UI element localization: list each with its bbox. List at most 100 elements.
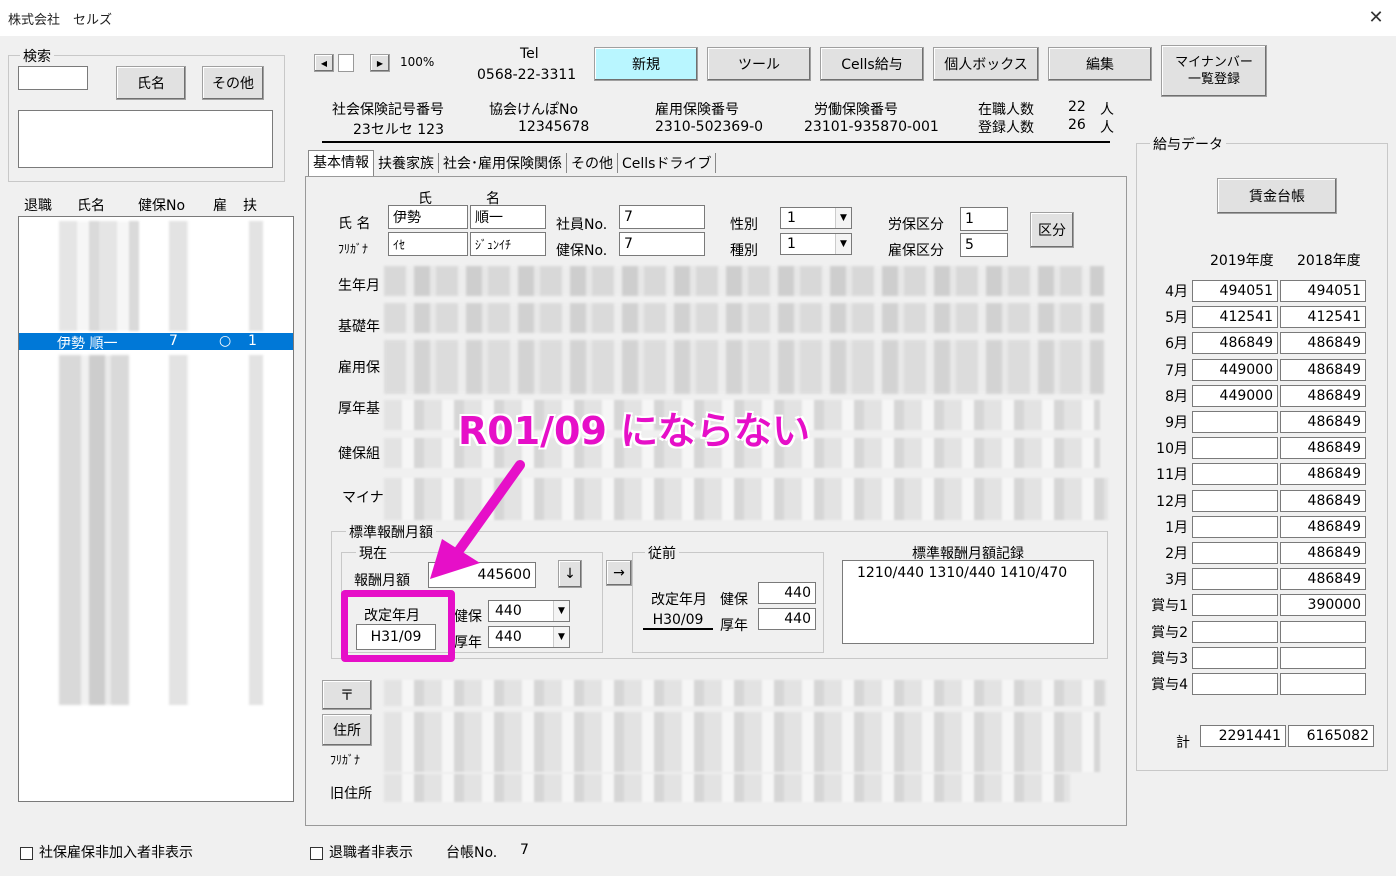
list-item-blurred[interactable] xyxy=(169,221,189,331)
chevron-down-icon[interactable]: ▼ xyxy=(835,208,851,228)
salary-2019-cell[interactable] xyxy=(1192,463,1278,486)
salary-2019-cell[interactable]: 449000 xyxy=(1192,358,1278,381)
salary-2019-cell[interactable] xyxy=(1192,594,1278,617)
shain-no-field[interactable]: 7 xyxy=(619,205,705,229)
rouho-field[interactable]: 1 xyxy=(960,207,1008,231)
zoom-slider-thumb[interactable] xyxy=(338,54,354,72)
salary-2019-cell[interactable] xyxy=(1192,568,1278,591)
list-item-blurred[interactable] xyxy=(249,221,263,331)
kubun-button[interactable]: 区分 xyxy=(1030,212,1074,248)
current-group-label: 現在 xyxy=(356,543,390,563)
down-arrow-button[interactable]: ↓ xyxy=(558,560,582,588)
tab-basic[interactable]: 基本情報 xyxy=(308,150,374,176)
kiso-field[interactable] xyxy=(384,303,1104,333)
salary-2018-cell[interactable] xyxy=(1280,672,1366,695)
salary-2018-cell[interactable]: 486849 xyxy=(1280,332,1366,355)
checkbox-icon[interactable] xyxy=(310,846,323,860)
salary-2018-cell[interactable]: 486849 xyxy=(1280,515,1366,538)
zoom-left-icon[interactable]: ◀ xyxy=(314,54,334,72)
salary-2019-cell[interactable] xyxy=(1192,620,1278,643)
list-item-blurred[interactable] xyxy=(169,355,189,705)
salary-2018-cell[interactable]: 486849 xyxy=(1280,358,1366,381)
first-name-field[interactable]: 順一 xyxy=(470,205,546,229)
tab-cells-drive[interactable]: Cellsドライブ xyxy=(618,153,717,173)
selected-koyo: ○ xyxy=(219,333,232,349)
list-item-blurred[interactable] xyxy=(249,355,263,705)
mynumber-list-button[interactable]: マイナンバー 一覧登録 xyxy=(1161,45,1267,97)
salary-2018-cell[interactable]: 390000 xyxy=(1280,594,1366,617)
ledger-button[interactable]: 賃金台帳 xyxy=(1217,178,1337,214)
salary-2018-cell[interactable] xyxy=(1280,646,1366,669)
salary-2018-cell[interactable]: 486849 xyxy=(1280,489,1366,512)
zip-field[interactable] xyxy=(384,680,1106,706)
salary-2018-cell[interactable]: 486849 xyxy=(1280,437,1366,460)
salary-2019-cell[interactable] xyxy=(1192,541,1278,564)
tab-other[interactable]: その他 xyxy=(567,153,618,173)
employee-list[interactable]: 伊勢 順一 7 ○ 1 xyxy=(18,216,294,802)
salary-2018-cell[interactable]: 486849 xyxy=(1280,384,1366,407)
salary-2019-cell[interactable] xyxy=(1192,672,1278,695)
salary-2018-cell[interactable]: 486849 xyxy=(1280,541,1366,564)
year2-header: 2018年度 xyxy=(1297,253,1361,269)
chevron-down-icon[interactable]: ▼ xyxy=(553,627,569,647)
search-result-box[interactable] xyxy=(18,110,273,168)
kenpo-no-field[interactable]: 7 xyxy=(619,232,705,256)
search-other-button[interactable]: その他 xyxy=(202,66,264,100)
chevron-down-icon[interactable]: ▼ xyxy=(835,234,851,254)
salary-2019-cell[interactable] xyxy=(1192,437,1278,460)
prev-kosei-field[interactable]: 440 xyxy=(758,608,816,630)
last-kana-field[interactable]: ｲｾ xyxy=(388,232,468,256)
shubetsu-select[interactable]: 1 ▼ xyxy=(780,233,852,255)
salary-month-label: 10月 xyxy=(1156,441,1188,458)
edit-button[interactable]: 編集 xyxy=(1048,47,1152,81)
checkbox-icon[interactable] xyxy=(20,846,33,860)
zoom-right-icon[interactable]: ▶ xyxy=(370,54,390,72)
zip-button[interactable]: 〒 xyxy=(322,680,372,710)
search-input[interactable] xyxy=(18,66,88,90)
salary-2019-cell[interactable]: 449000 xyxy=(1192,384,1278,407)
salary-2019-cell[interactable]: 412541 xyxy=(1192,306,1278,329)
old-address-field[interactable] xyxy=(384,774,1070,802)
new-button[interactable]: 新規 xyxy=(594,47,698,81)
salary-2018-cell[interactable]: 494051 xyxy=(1280,280,1366,303)
chevron-down-icon[interactable]: ▼ xyxy=(553,601,569,621)
salary-2018-cell[interactable]: 486849 xyxy=(1280,411,1366,434)
salary-2018-cell[interactable] xyxy=(1280,620,1366,643)
salary-2019-cell[interactable] xyxy=(1192,489,1278,512)
salary-2019-cell[interactable]: 494051 xyxy=(1192,280,1278,303)
personal-box-button[interactable]: 個人ボックス xyxy=(933,47,1039,81)
prev-kenpo-field[interactable]: 440 xyxy=(758,582,816,604)
cells-kyuyo-button[interactable]: Cells給与 xyxy=(820,47,924,81)
salary-2018-cell[interactable]: 486849 xyxy=(1280,568,1366,591)
koyoho-field[interactable] xyxy=(384,340,1104,394)
koho-field[interactable]: 5 xyxy=(960,233,1008,257)
hide-retired-checkbox[interactable]: 退職者非表示 xyxy=(310,842,413,862)
salary-2019-cell[interactable] xyxy=(1192,515,1278,538)
right-arrow-button[interactable]: → xyxy=(606,560,632,586)
kosei-grade-select[interactable]: 440 ▼ xyxy=(488,626,570,648)
total-2018[interactable]: 6165082 xyxy=(1288,725,1374,747)
hide-shaho-checkbox[interactable]: 社保雇保非加入者非表示 xyxy=(20,842,193,862)
list-item-blurred[interactable] xyxy=(59,221,139,331)
birth-field[interactable] xyxy=(384,266,1104,296)
tool-button[interactable]: ツール xyxy=(707,47,811,81)
tab-family[interactable]: 扶養家族 xyxy=(374,153,439,173)
first-kana-field[interactable]: ｼﾞｭﾝｲﾁ xyxy=(470,232,546,256)
salary-2019-cell[interactable]: 486849 xyxy=(1192,332,1278,355)
salary-month-label: 9月 xyxy=(1165,415,1188,432)
salary-2018-cell[interactable]: 486849 xyxy=(1280,463,1366,486)
record-field[interactable]: 1210/440 1310/440 1410/470 xyxy=(842,560,1094,644)
tab-insurance[interactable]: 社会･雇用保険関係 xyxy=(439,153,567,173)
salary-2019-cell[interactable] xyxy=(1192,411,1278,434)
kenpo-grade-select[interactable]: 440 ▼ xyxy=(488,600,570,622)
salary-2018-cell[interactable]: 412541 xyxy=(1280,306,1366,329)
address-field[interactable] xyxy=(384,712,1100,772)
close-icon[interactable]: ✕ xyxy=(1364,6,1388,30)
total-2019[interactable]: 2291441 xyxy=(1200,725,1286,747)
last-name-field[interactable]: 伊勢 xyxy=(388,205,468,229)
search-name-button[interactable]: 氏名 xyxy=(116,66,186,100)
address-button[interactable]: 住所 xyxy=(322,714,372,746)
seibetsu-select[interactable]: 1 ▼ xyxy=(780,207,852,229)
salary-2019-cell[interactable] xyxy=(1192,646,1278,669)
list-item-blurred[interactable] xyxy=(59,355,129,705)
